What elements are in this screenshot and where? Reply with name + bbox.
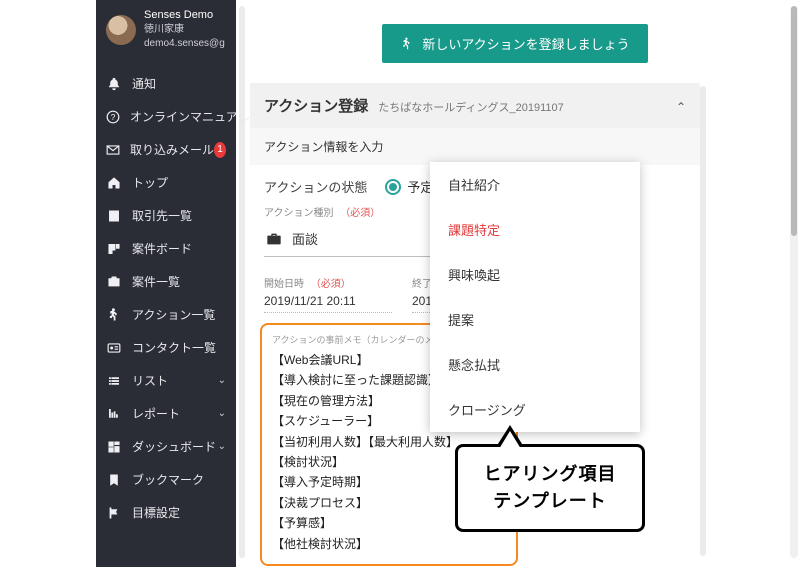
sidebar-item-0[interactable]: 通知 [96, 67, 236, 100]
sidebar-item-2[interactable]: 取り込みメール1 [96, 133, 236, 166]
sidebar-item-10[interactable]: レポート ⌄ [96, 397, 236, 430]
template-dropdown-menu: 自社紹介課題特定興味喚起提案懸念払拭クロージング [430, 162, 640, 432]
sidebar-item-9[interactable]: リスト ⌄ [96, 364, 236, 397]
chevron-down-icon: ⌄ [218, 408, 226, 419]
sidebar-item-label: 取引先一覧 [132, 207, 192, 224]
avatar [106, 15, 136, 45]
cta-label: 新しいアクションを登録しましょう [422, 34, 629, 53]
building-icon [106, 208, 122, 224]
dropdown-item-2[interactable]: 興味喚起 [430, 252, 640, 297]
sidebar-item-label: ダッシュボード [132, 438, 216, 455]
profile-block[interactable]: Senses Demo 徳川家康 demo4.senses@g… [96, 0, 236, 67]
sidebar-item-label: コンタクト一覧 [132, 339, 216, 356]
sidebar-item-label: ブックマーク [132, 471, 204, 488]
app-name: Senses Demo [144, 8, 226, 23]
help-icon: ? [106, 109, 120, 125]
inner-scrollbar[interactable] [239, 6, 245, 558]
sidebar-item-label: 案件一覧 [132, 273, 180, 290]
status-radio-planned[interactable]: 予定 [385, 177, 433, 196]
panel-scrollbar[interactable] [700, 86, 706, 556]
sidebar-item-7[interactable]: アクション一覧 [96, 298, 236, 331]
briefcase-icon [106, 274, 122, 290]
sidebar-item-label: レポート [132, 405, 180, 422]
dashboard-icon [106, 439, 122, 455]
action-type-value: 面談 [292, 229, 318, 248]
chart-icon [106, 406, 122, 422]
home-icon [106, 175, 122, 191]
sidebar-nav: 通知?オンラインマニュアル取り込みメール1トップ取引先一覧案件ボード案件一覧アク… [96, 67, 236, 529]
user-name: 徳川家康 [144, 23, 226, 37]
annotation-bubble: ヒアリング項目 テンプレート [455, 444, 645, 532]
panel-subtitle: たちばなホールディングス_20191107 [378, 99, 563, 115]
sidebar-item-label: オンラインマニュアル [130, 108, 250, 125]
briefcase-icon [266, 232, 282, 246]
sidebar-item-label: 案件ボード [132, 240, 192, 257]
run-icon [400, 37, 414, 51]
sidebar-item-11[interactable]: ダッシュボード⌄ [96, 430, 236, 463]
svg-text:?: ? [111, 113, 116, 122]
bell-icon [106, 76, 122, 92]
user-email: demo4.senses@g… [144, 37, 226, 51]
dropdown-item-0[interactable]: 自社紹介 [430, 162, 640, 207]
cta-row: 新しいアクションを登録しましょう [250, 24, 780, 63]
profile-text: Senses Demo 徳川家康 demo4.senses@g… [144, 8, 226, 51]
sidebar-item-4[interactable]: 取引先一覧 [96, 199, 236, 232]
sidebar-item-label: トップ [132, 174, 168, 191]
dropdown-item-5[interactable]: クロージング [430, 387, 640, 432]
page-scrollbar-thumb[interactable] [791, 6, 797, 236]
list-icon [106, 373, 122, 389]
sidebar-item-8[interactable]: コンタクト一覧 [96, 331, 236, 364]
sidebar-item-3[interactable]: トップ [96, 166, 236, 199]
sidebar-item-1[interactable]: ?オンラインマニュアル [96, 100, 236, 133]
bubble-line1: ヒアリング項目 [468, 461, 632, 488]
start-label: 開始日時 （必須） [264, 275, 392, 290]
flag-icon [106, 505, 122, 521]
sidebar-item-label: 取り込みメール [130, 141, 214, 158]
panel-section-label: アクション情報を入力 [250, 128, 700, 165]
badge: 1 [214, 142, 226, 158]
sidebar-item-label: リスト [132, 372, 168, 389]
status-label: アクションの状態 [264, 177, 367, 196]
dropdown-item-4[interactable]: 懸念払拭 [430, 342, 640, 387]
sidebar-item-label: アクション一覧 [132, 306, 215, 323]
board-icon [106, 241, 122, 257]
required-mark: （必須） [340, 208, 380, 219]
start-datetime-input[interactable]: 2019/11/21 20:11 [264, 290, 392, 313]
sidebar-item-12[interactable]: ブックマーク [96, 463, 236, 496]
dropdown-item-3[interactable]: 提案 [430, 297, 640, 342]
collapse-caret-icon: ⌃ [676, 100, 686, 114]
panel-title: アクション登録 [264, 95, 368, 116]
bubble-line2: テンプレート [468, 488, 632, 515]
chevron-down-icon: ⌄ [218, 375, 226, 386]
card-icon [106, 340, 122, 356]
radio-dot-icon [385, 179, 401, 195]
sidebar-item-13[interactable]: 目標設定 [96, 496, 236, 529]
chevron-down-icon: ⌄ [218, 441, 226, 452]
sidebar: Senses Demo 徳川家康 demo4.senses@g… 通知 ?オンライ… [96, 0, 236, 567]
page-scrollbar[interactable] [790, 6, 798, 558]
panel-header[interactable]: アクション登録 たちばなホールディングス_20191107 ⌃ [250, 83, 700, 128]
dropdown-item-1[interactable]: 課題特定 [430, 207, 640, 252]
run-icon [106, 307, 122, 323]
sidebar-item-label: 目標設定 [132, 504, 180, 521]
sidebar-item-6[interactable]: 案件一覧 [96, 265, 236, 298]
mail-icon [106, 142, 120, 158]
register-action-button[interactable]: 新しいアクションを登録しましょう [382, 24, 647, 63]
bookmark-icon [106, 472, 122, 488]
sidebar-item-5[interactable]: 案件ボード [96, 232, 236, 265]
sidebar-item-label: 通知 [132, 75, 156, 92]
